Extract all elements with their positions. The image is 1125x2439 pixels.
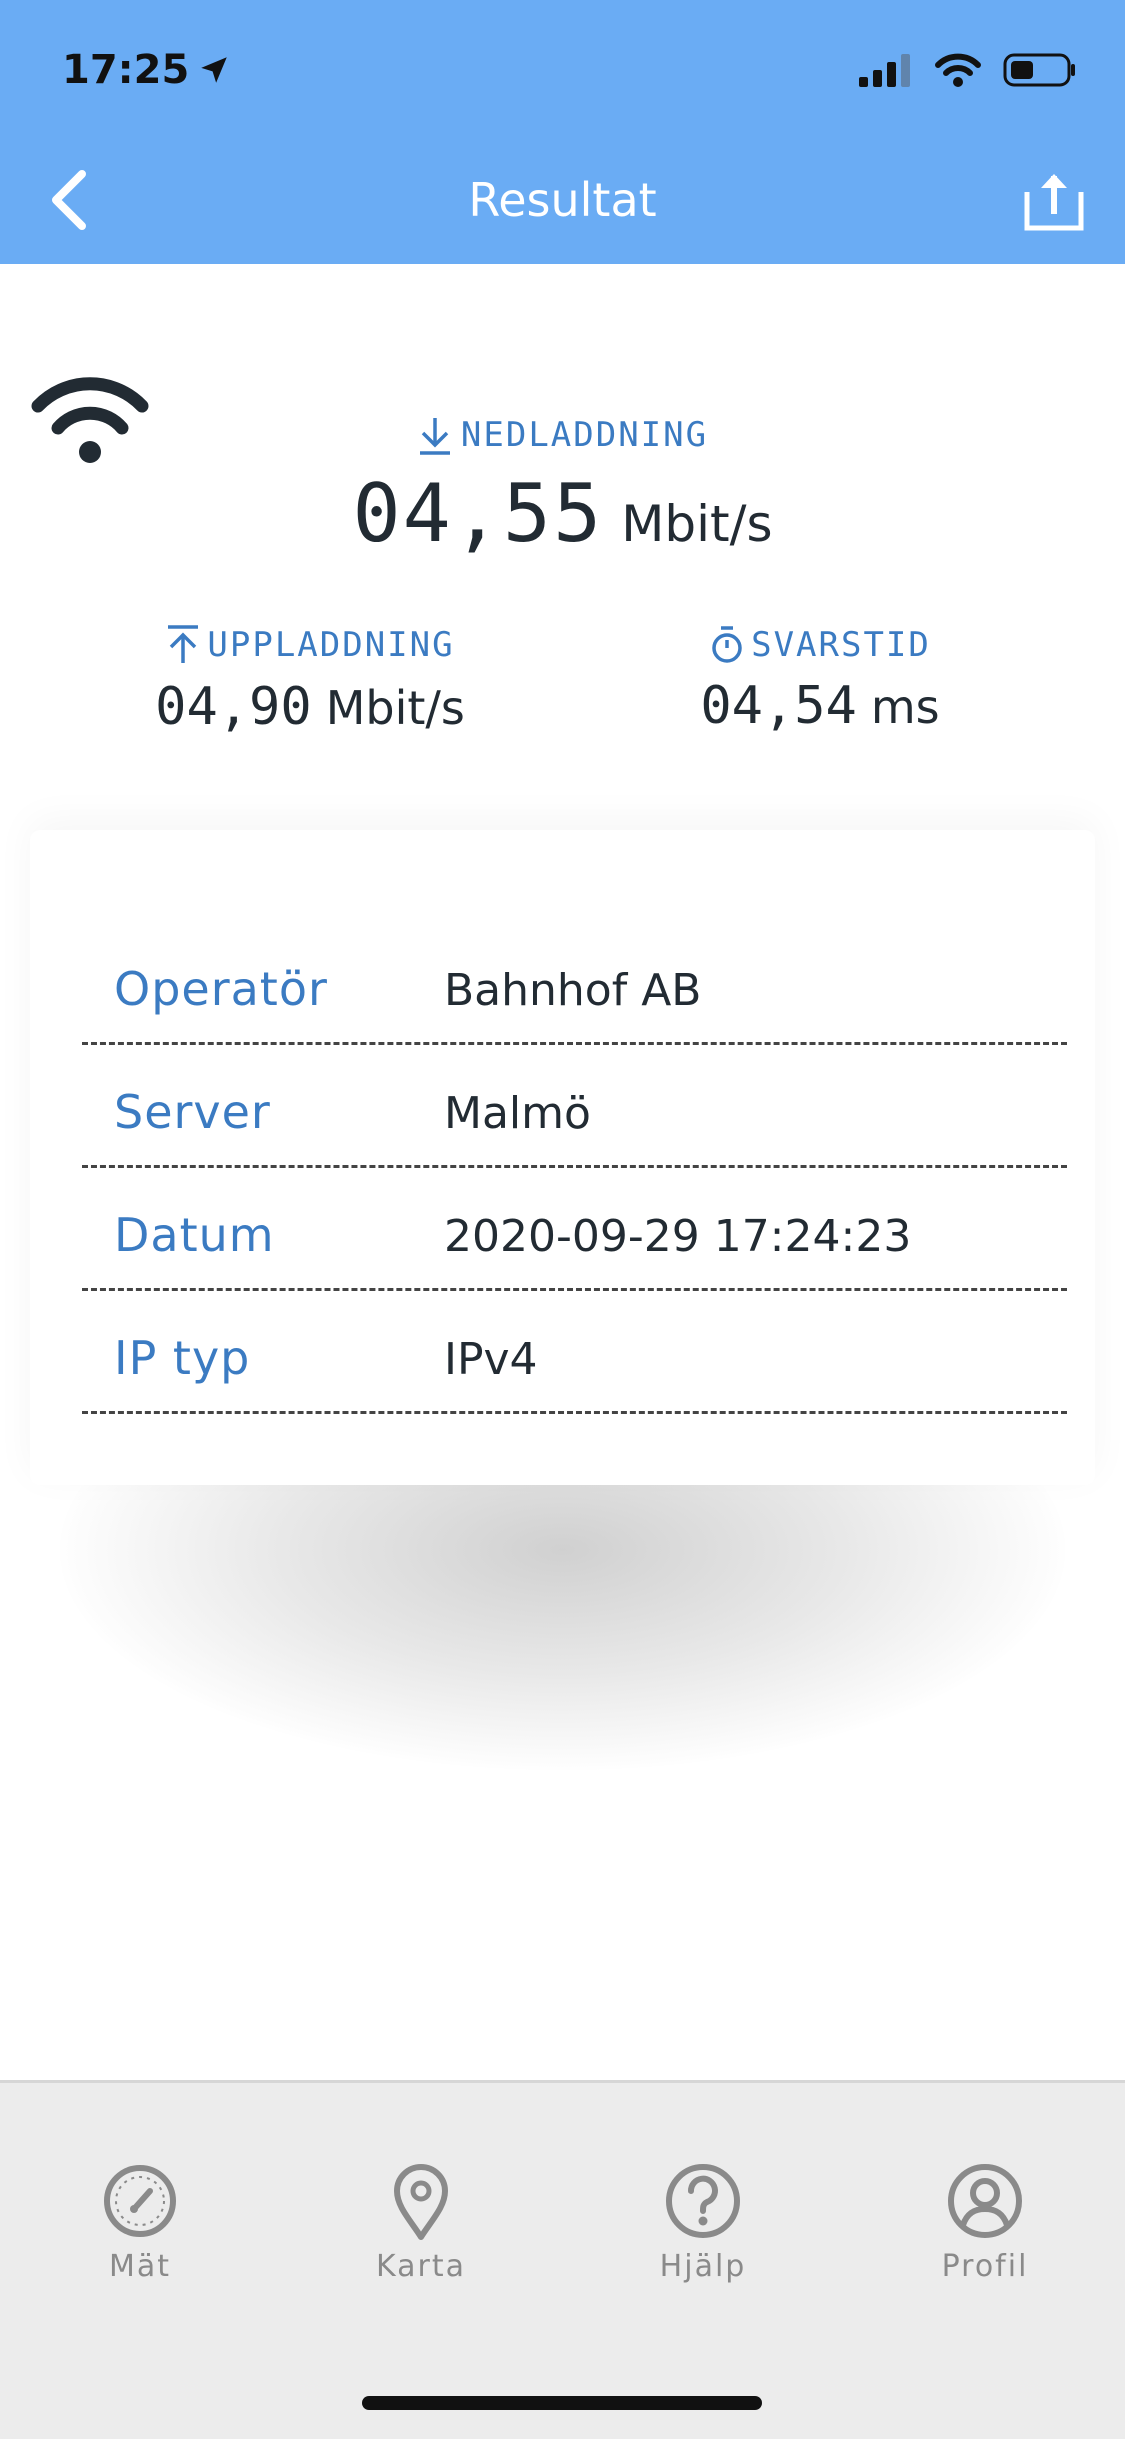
- stopwatch-icon: [712, 626, 742, 663]
- download-result: NEDLADDNING 04,55 Mbit/s: [0, 410, 1125, 560]
- status-indicators: [859, 50, 1077, 90]
- tab-profil[interactable]: Profil: [885, 2161, 1085, 2284]
- cellular-signal-icon: [859, 54, 910, 87]
- details-value: Bahnhof AB: [444, 965, 702, 1016]
- download-value-row: 04,55 Mbit/s: [0, 467, 1125, 560]
- page-title: Resultat: [468, 173, 657, 227]
- home-indicator[interactable]: [362, 2396, 762, 2410]
- details-row-date: Datum 2020-09-29 17:24:23: [82, 1166, 1067, 1291]
- tab-label: Karta: [375, 2249, 466, 2284]
- details-value: IPv4: [444, 1334, 538, 1385]
- tab-label: Hjälp: [659, 2249, 747, 2284]
- profile-icon: [948, 2164, 1022, 2238]
- download-label-row: NEDLADDNING: [417, 410, 708, 460]
- latency-value-row: 04,54 ms: [620, 676, 1020, 736]
- details-row-server: Server Malmö: [82, 1043, 1067, 1168]
- help-icon: [666, 2164, 740, 2238]
- upload-label-row: UPPLADDNING: [165, 620, 454, 670]
- upload-unit: Mbit/s: [325, 681, 465, 735]
- details-row-operator: Operatör Bahnhof AB: [82, 920, 1067, 1045]
- tab-label: Profil: [941, 2249, 1029, 2284]
- download-label: NEDLADDNING: [460, 415, 709, 455]
- details-key: IP typ: [114, 1331, 251, 1385]
- latency-label-row: SVARSTID: [709, 620, 931, 670]
- tab-label: Mät: [108, 2249, 172, 2284]
- latency-unit: ms: [870, 680, 940, 734]
- header-bar: 17:25 Resultat: [0, 0, 1125, 264]
- status-time: 17:25: [62, 44, 231, 96]
- details-row-ip-type: IP typ IPv4: [82, 1289, 1067, 1414]
- latency-result: SVARSTID 04,54 ms: [620, 620, 1020, 736]
- details-value: 2020-09-29 17:24:23: [444, 1211, 912, 1262]
- speedometer-icon: [104, 2165, 176, 2237]
- download-arrow-icon: [419, 418, 450, 455]
- download-value: 04,55: [352, 467, 604, 560]
- upload-value-row: 04,90 Mbit/s: [110, 677, 510, 737]
- tab-mat[interactable]: Mät: [40, 2161, 240, 2284]
- upload-label: UPPLADDNING: [207, 625, 455, 665]
- map-pin-icon: [394, 2164, 448, 2240]
- location-arrow-icon: [201, 57, 228, 83]
- upload-result: UPPLADDNING 04,90 Mbit/s: [110, 620, 510, 737]
- upload-arrow-icon: [168, 625, 199, 663]
- download-unit: Mbit/s: [621, 495, 773, 553]
- latency-label: SVARSTID: [751, 625, 931, 665]
- details-key: Datum: [114, 1208, 275, 1262]
- upload-value: 04,90: [155, 677, 312, 737]
- details-key: Operatör: [114, 962, 328, 1016]
- status-time-text: 17:25: [62, 47, 190, 93]
- details-value: Malmö: [444, 1088, 591, 1139]
- latency-value: 04,54: [700, 676, 857, 736]
- details-card: Operatör Bahnhof AB Server Malmö Datum 2…: [30, 830, 1095, 1485]
- tab-hjalp[interactable]: Hjälp: [603, 2161, 803, 2284]
- tab-bar: Mät Karta Hjälp Profil: [0, 2080, 1125, 2439]
- details-key: Server: [114, 1085, 271, 1139]
- share-button[interactable]: [1021, 168, 1087, 234]
- wifi-status-icon: [935, 53, 981, 87]
- tab-karta[interactable]: Karta: [321, 2161, 521, 2284]
- battery-icon: [1003, 53, 1075, 87]
